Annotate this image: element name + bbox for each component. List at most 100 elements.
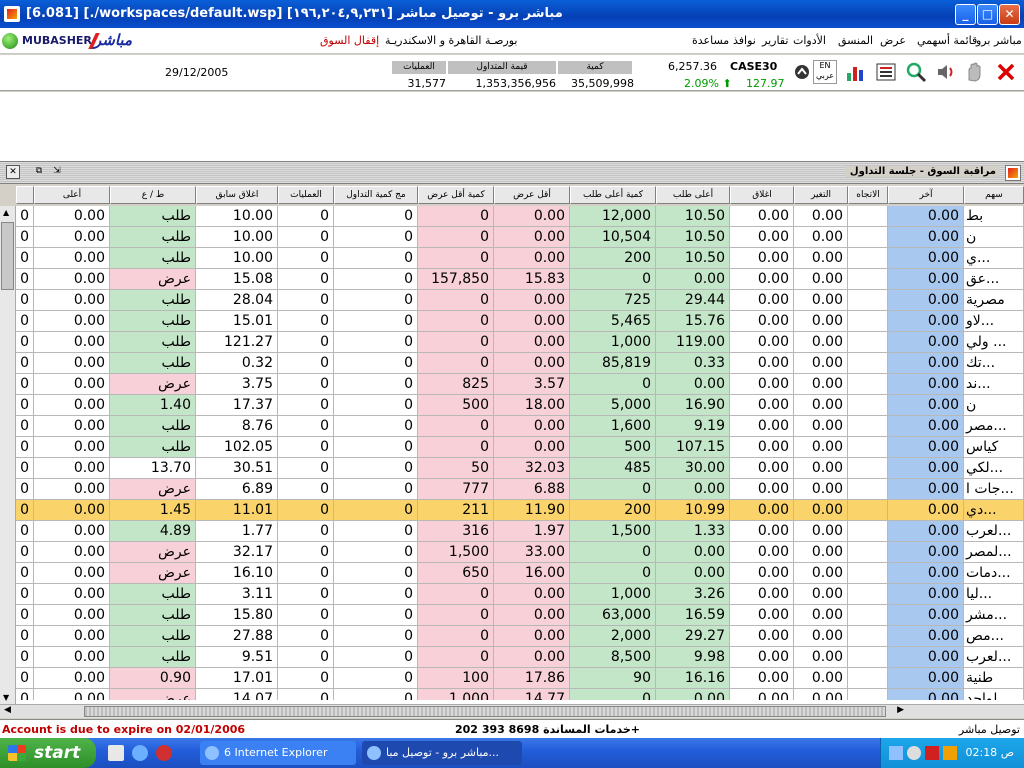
list-icon[interactable] [874,60,898,84]
column-header-ask[interactable]: أقل عرض [494,186,570,204]
table-row[interactable]: 0 0.00 طلب 9.51 0 0 0 0.00 8,500 9.98 0.00 0.00 0.00… [0,647,1024,668]
table-row[interactable]: 0 0.00 طلب 15.01 0 0 0 0.00 5,465 15.76 0.00 0.00 0.… [0,311,1024,332]
horizontal-scroll-thumb[interactable] [84,706,886,717]
table-row[interactable]: 0 0.00 عرض 6.89 0 0 777 6.88 0 0.00 0.00 0.00 0.00 جا… [0,479,1024,500]
ie-icon[interactable] [132,745,148,761]
cell-chg: 0.00 [794,311,848,332]
table-row[interactable]: 0 0.00 عرض 32.17 0 0 1,500 33.00 0 0.00 0.00 0.00 0.… [0,542,1024,563]
menu-formatter[interactable]: المنسق [838,34,873,47]
column-header-prev[interactable]: اغلاق سابق [196,186,278,204]
scroll-right-icon[interactable]: ▶ [897,705,904,715]
column-header-bs[interactable]: ط / ع [110,186,196,204]
cell-ask_qty: 100 [418,668,494,689]
cell-dir [848,206,888,227]
column-header-bid_qty[interactable]: كمية أعلى طلب [570,186,656,204]
cell-vol: 0 [334,437,418,458]
minimize-button[interactable]: _ [955,4,976,25]
search-icon[interactable] [904,60,928,84]
table-row[interactable]: 0 0.00 1.45 11.01 0 0 211 11.90 200 10.99 0.00 0.00… [0,500,1024,521]
disconnect-icon[interactable] [994,60,1018,84]
menu-reports[interactable]: تقارير [762,34,788,47]
column-header-close[interactable]: اغلاق [730,186,794,204]
table-row[interactable]: 0 0.00 عرض 14.07 0 0 1,000 14.77 0 0.00 0.00 0.00 0.… [0,689,1024,700]
panel-minimize-icon[interactable]: ⇲ [50,165,64,179]
chart-icon[interactable] [844,60,868,84]
cell-trades: 0 [278,521,334,542]
table-row[interactable]: 0 0.00 4.89 1.77 0 0 316 1.97 1,500 1.33 0.00 0.00 0… [0,521,1024,542]
market-status-link[interactable]: إقفال السوق [320,34,379,47]
horizontal-scrollbar[interactable]: ◀ ▶ [0,704,1024,718]
tray-app-icon[interactable] [943,746,957,760]
cell-trades: 0 [278,584,334,605]
table-row[interactable]: 0 0.00 عرض 16.10 0 0 650 16.00 0 0.00 0.00 0.00 0.00… [0,563,1024,584]
task-mubasher-pro[interactable]: مباشر برو - توصيل مبا... [362,741,522,765]
volume-icon[interactable] [907,746,921,760]
table-row[interactable]: 0 0.00 عرض 15.08 0 0 157,850 15.83 0 0.00 0.00 0.00… [0,269,1024,290]
antivirus-icon[interactable] [925,746,939,760]
panel-restore-icon[interactable]: ⧉ [32,165,46,179]
close-button[interactable]: ✕ [999,4,1020,25]
table-row[interactable]: 0 0.00 طلب 15.80 0 0 0 0.00 63,000 16.59 0.00 0.00 0… [0,605,1024,626]
sound-icon[interactable] [934,60,958,84]
scroll-down-icon[interactable]: ▼ [3,693,9,702]
menu-mubasher-pro[interactable]: مباشر برو [976,34,1022,47]
cell-trades: 0 [278,479,334,500]
column-header-vol[interactable]: مج كمية التداول [334,186,418,204]
column-header-high[interactable]: أعلى [34,186,110,204]
panel-close-icon[interactable]: ✕ [6,165,20,179]
cell-prev: 11.01 [196,500,278,521]
language-toggle-button[interactable]: EN عربي [813,60,837,84]
cell-prev: 6.89 [196,479,278,500]
table-row[interactable]: 0 0.00 طلب 10.00 0 0 0 0.00 12,000 10.50 0.00 0.00 0… [0,206,1024,227]
table-row[interactable]: 0 0.00 طلب 121.27 0 0 0 0.00 1,000 119.00 0.00 0.00… [0,332,1024,353]
column-header-last[interactable]: آخر [888,186,964,204]
table-row[interactable]: 0 0.00 عرض 3.75 0 0 825 3.57 0 0.00 0.00 0.00 0.00 ند… [0,374,1024,395]
hand-icon[interactable] [962,60,986,84]
table-row[interactable]: 0 0.00 طلب 8.76 0 0 0 0.00 1,600 9.19 0.00 0.00 0.00… [0,416,1024,437]
vertical-scrollbar[interactable]: ▲ ▼ [0,206,16,704]
vertical-scroll-thumb[interactable] [1,222,14,290]
task-internet-explorer[interactable]: 6 Internet Explorer [200,741,356,765]
column-header-bid[interactable]: أعلى طلب [656,186,730,204]
menu-tools[interactable]: الأدوات [793,34,826,47]
maximize-button[interactable]: □ [977,4,998,25]
table-row[interactable]: 0 0.00 0.90 17.01 0 0 100 17.86 90 16.16 0.00 0.00 0… [0,668,1024,689]
start-button[interactable]: start [0,738,96,768]
table-row[interactable]: 0 0.00 13.70 30.51 0 0 50 32.03 485 30.00 0.00 0.00… [0,458,1024,479]
cell-edge: 0 [16,353,34,374]
cell-ask_qty: 0 [418,248,494,269]
cell-dir [848,647,888,668]
scroll-left-icon[interactable]: ◀ [4,705,11,715]
cell-close: 0.00 [730,563,794,584]
table-row[interactable]: 0 0.00 طلب 27.88 0 0 0 0.00 2,000 29.27 0.00 0.00 0.… [0,626,1024,647]
table-row[interactable]: 0 0.00 طلب 28.04 0 0 0 0.00 725 29.44 0.00 0.00 0.00… [0,290,1024,311]
app-icon [4,6,20,22]
cell-last: 0.00 [888,311,964,332]
cell-dir [848,458,888,479]
network-icon[interactable] [889,746,903,760]
column-header-trades[interactable]: العمليات [278,186,334,204]
scroll-up-circle-icon[interactable] [790,60,814,84]
table-row[interactable]: 0 0.00 طلب 10.00 0 0 0 0.00 10,504 10.50 0.00 0.00 0… [0,227,1024,248]
menu-help[interactable]: مساعدة [692,34,729,47]
media-icon[interactable] [156,745,172,761]
table-row[interactable]: 0 0.00 طلب 0.32 0 0 0 0.00 85,819 0.33 0.00 0.00 0.0… [0,353,1024,374]
column-header-sym[interactable]: سهم [964,186,1024,204]
menu-view[interactable]: عرض [880,34,906,47]
column-header-ask_qty[interactable]: كمية أقل عرض [418,186,494,204]
scroll-up-icon[interactable]: ▲ [3,208,9,217]
cell-prev: 17.37 [196,395,278,416]
cell-last: 0.00 [888,374,964,395]
table-row[interactable]: 0 0.00 1.40 17.37 0 0 500 18.00 5,000 16.90 0.00 0.… [0,395,1024,416]
outlook-icon[interactable] [108,745,124,761]
cell-ask_qty: 0 [418,647,494,668]
cell-trades: 0 [278,500,334,521]
table-row[interactable]: 0 0.00 طلب 10.00 0 0 0 0.00 200 10.50 0.00 0.00 0.00… [0,248,1024,269]
menu-windows[interactable]: نوافذ [733,34,756,47]
table-row[interactable]: 0 0.00 طلب 3.11 0 0 0 0.00 1,000 3.26 0.00 0.00 0.00… [0,584,1024,605]
menu-my-stocks[interactable]: قائمة أسهمي [917,34,977,47]
column-header-chg[interactable]: التغير [794,186,848,204]
column-header-dir[interactable]: الاتجاه [848,186,888,204]
table-row[interactable]: 0 0.00 طلب 102.05 0 0 0 0.00 500 107.15 0.00 0.00 0.… [0,437,1024,458]
cell-bid_qty: 200 [570,500,656,521]
